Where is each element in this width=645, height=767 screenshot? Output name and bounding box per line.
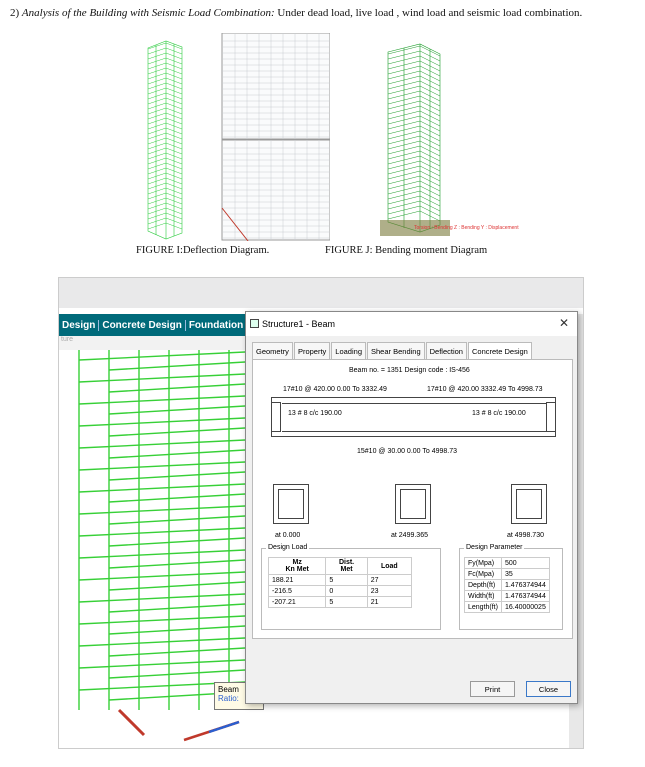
cell: 500 bbox=[500, 557, 550, 569]
col-mz: Mz Kn Met bbox=[267, 557, 327, 575]
tab-concrete-design[interactable]: Concrete Design bbox=[467, 342, 532, 360]
section-heading: 2) Analysis of the Building with Seismic… bbox=[10, 7, 582, 19]
section-start bbox=[273, 484, 309, 524]
col-load: Load bbox=[366, 557, 413, 575]
cell: 5 bbox=[325, 574, 368, 586]
cell: 27 bbox=[366, 574, 413, 586]
cell: 35 bbox=[500, 568, 550, 580]
design-load-label: Design Load bbox=[266, 544, 310, 551]
heading-number: 2) bbox=[10, 7, 20, 19]
cell: 16.40000025 bbox=[500, 601, 550, 613]
ribbon-tabs: Design Concrete Design Foundation D bbox=[59, 314, 258, 336]
table-row: Fc(Mpa) 35 bbox=[464, 568, 550, 580]
bending-moment-diagram bbox=[380, 43, 450, 236]
window-icon bbox=[250, 319, 259, 328]
section-label-mid: at 2499.365 bbox=[391, 532, 428, 539]
heading-text: Under dead load, live load , wind load a… bbox=[277, 7, 583, 19]
caption-figure-j: FIGURE J: Bending moment Diagram bbox=[325, 245, 488, 256]
close-button[interactable]: Close bbox=[526, 681, 571, 697]
figure-i bbox=[90, 32, 331, 242]
stirrup-left: 13 # 8 c/c 190.00 bbox=[288, 410, 342, 417]
cell: -207.21 bbox=[267, 596, 327, 608]
structure-subbar: ture bbox=[59, 336, 249, 350]
design-parameter-table: Fy(Mpa) 500 Fc(Mpa) 35 Depth(ft) 1.47637494… bbox=[464, 557, 550, 613]
tab-loading[interactable]: Loading bbox=[331, 342, 366, 360]
toolbar bbox=[59, 278, 583, 308]
table-row: -207.21 5 21 bbox=[267, 596, 413, 608]
deflection-diagram bbox=[147, 32, 331, 242]
section-end bbox=[511, 484, 547, 524]
design-load-group: Design Load Mz Kn Met Dist. Met Load 188… bbox=[261, 544, 441, 630]
table-row: Fy(Mpa) 500 bbox=[464, 557, 550, 569]
beam-dialog: Structure1 - Beam ✕ Geometry Property Lo… bbox=[245, 311, 578, 704]
cell: 21 bbox=[366, 596, 413, 608]
section-label-start: at 0.000 bbox=[275, 532, 301, 539]
table-row: Width(ft) 1.476374944 bbox=[464, 590, 550, 602]
section-mid bbox=[395, 484, 431, 524]
tab-shear-bending[interactable]: Shear Bending bbox=[367, 342, 425, 360]
close-icon[interactable]: ✕ bbox=[559, 316, 569, 330]
cell: Width(ft) bbox=[464, 590, 502, 602]
beam-elevation: 13 # 8 c/c 190.00 13 # 8 c/c 190.00 bbox=[271, 397, 556, 437]
bending-legend: Torsion : Bending Z : Bending Y : Displa… bbox=[414, 225, 519, 231]
cell: -216.5 bbox=[267, 585, 327, 597]
dialog-titlebar: Structure1 - Beam ✕ bbox=[246, 312, 577, 336]
caption-figure-i: FIGURE I:Deflection Diagram. bbox=[136, 245, 270, 256]
figure-j: Torsion : Bending Z : Bending Y : Displa… bbox=[370, 40, 560, 242]
cell: Fc(Mpa) bbox=[464, 568, 502, 580]
heading-italic: Analysis of the Building with Seismic Lo… bbox=[21, 7, 275, 19]
table-row: 188.21 5 27 bbox=[267, 574, 413, 586]
staad-screenshot: Design Concrete Design Foundation D ture… bbox=[58, 277, 584, 749]
dialog-tabs: Geometry Property Loading Shear Bending … bbox=[252, 342, 533, 360]
table-row: -216.5 0 23 bbox=[267, 585, 413, 597]
cell: 0 bbox=[325, 585, 368, 597]
design-parameter-group: Design Parameter Fy(Mpa) 500 Fc(Mpa) 35 De… bbox=[459, 544, 563, 630]
cell: 1.476374944 bbox=[500, 579, 550, 591]
concrete-design-panel: Beam no. = 1351 Design code : IS-456 17#… bbox=[252, 359, 573, 639]
tab-deflection[interactable]: Deflection bbox=[425, 342, 467, 360]
cell: 188.21 bbox=[267, 574, 327, 586]
tab-property[interactable]: Property bbox=[293, 342, 331, 360]
col-dist: Dist. Met bbox=[325, 557, 368, 575]
bottom-rebar: 15#10 @ 30.00 0.00 To 4998.73 bbox=[357, 448, 458, 455]
design-parameter-label: Design Parameter bbox=[464, 544, 525, 551]
cell: Length(ft) bbox=[464, 601, 502, 613]
section-label-end: at 4998.730 bbox=[507, 532, 544, 539]
ribbon-tab-design[interactable]: Design bbox=[59, 319, 100, 331]
tab-geometry[interactable]: Geometry bbox=[252, 342, 293, 360]
top-rebar-right: 17#10 @ 420.00 3332.49 To 4998.73 bbox=[427, 386, 543, 393]
table-header: Mz Kn Met Dist. Met Load bbox=[267, 557, 413, 575]
table-row: Depth(ft) 1.476374944 bbox=[464, 579, 550, 591]
cell: Depth(ft) bbox=[464, 579, 502, 591]
top-rebar-left: 17#10 @ 420.00 0.00 To 3332.49 bbox=[283, 386, 387, 393]
dialog-title: Structure1 - Beam bbox=[262, 319, 336, 329]
design-load-table: Mz Kn Met Dist. Met Load 188.21 5 27 -21… bbox=[267, 557, 413, 608]
print-button[interactable]: Print bbox=[470, 681, 515, 697]
cell: 23 bbox=[366, 585, 413, 597]
cell: 1.476374944 bbox=[500, 590, 550, 602]
ribbon-tab-concrete-design[interactable]: Concrete Design bbox=[99, 319, 186, 331]
stirrup-right: 13 # 8 c/c 190.00 bbox=[472, 410, 526, 417]
beam-info: Beam no. = 1351 Design code : IS-456 bbox=[349, 367, 470, 374]
table-row: Length(ft) 16.40000025 bbox=[464, 601, 550, 613]
cell: 5 bbox=[325, 596, 368, 608]
cell: Fy(Mpa) bbox=[464, 557, 502, 569]
